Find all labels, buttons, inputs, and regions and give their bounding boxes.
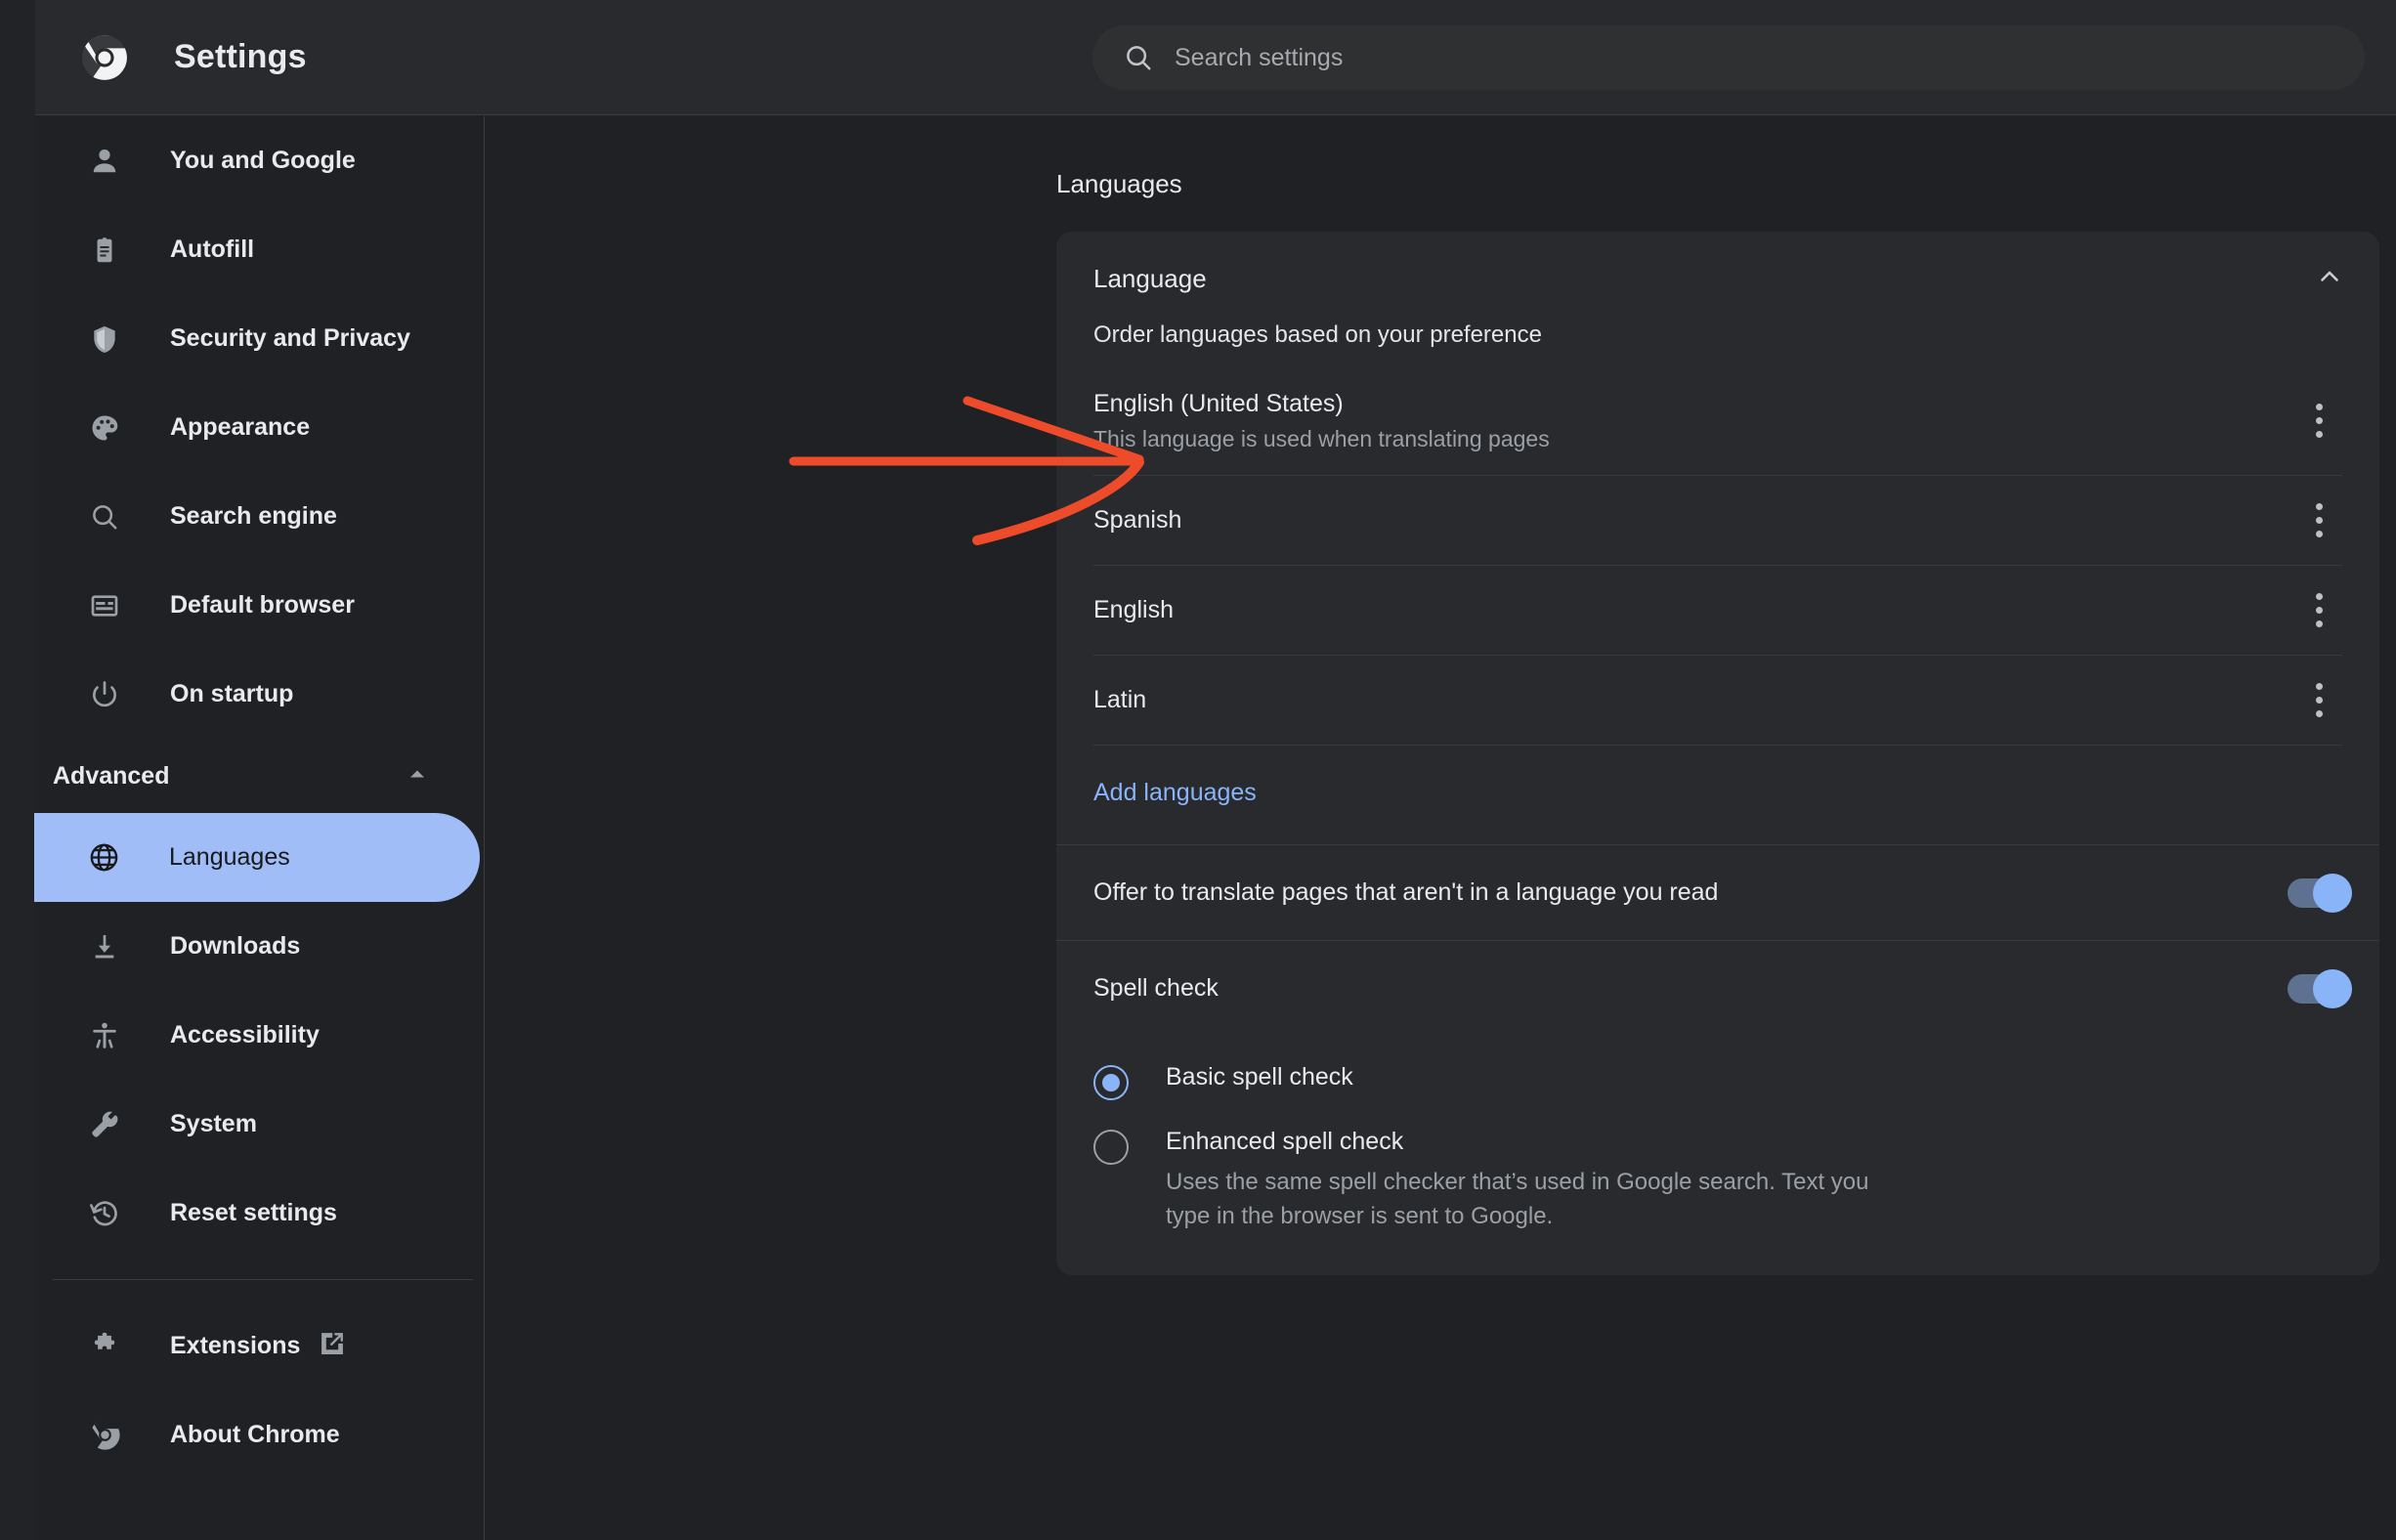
sidebar-item-downloads[interactable]: Downloads <box>35 902 484 991</box>
sidebar-item-accessibility[interactable]: Accessibility <box>35 991 484 1080</box>
spell-check-toggle[interactable] <box>2288 968 2352 1008</box>
languages-page-title: Languages <box>1056 169 1182 198</box>
more-vert-icon[interactable] <box>2297 671 2340 730</box>
language-card-heading: Language <box>1093 263 1207 293</box>
sidebar-item-languages[interactable]: Languages <box>34 813 480 902</box>
radio-button-unselected[interactable] <box>1093 1130 1129 1165</box>
offer-translate-row[interactable]: Offer to translate pages that aren't in … <box>1056 844 2379 940</box>
more-vert-icon[interactable] <box>2297 581 2340 640</box>
shield-icon <box>88 322 121 356</box>
sidebar-item-reset-settings[interactable]: Reset settings <box>35 1169 484 1258</box>
chevron-up-icon[interactable] <box>2315 262 2344 296</box>
settings-sidebar: You and Google Autofill Security and Pri… <box>34 116 485 1540</box>
radio-label: Enhanced spell check <box>1166 1128 1404 1155</box>
accessibility-icon <box>88 1019 121 1052</box>
spell-check-row[interactable]: Spell check <box>1056 940 2379 1036</box>
search-input[interactable] <box>1153 25 2365 90</box>
more-vert-icon[interactable] <box>2297 492 2340 550</box>
more-vert-icon[interactable] <box>2297 392 2340 450</box>
search-settings-bar[interactable] <box>1092 25 2365 90</box>
clipboard-icon <box>88 234 121 267</box>
sidebar-item-about-chrome[interactable]: About Chrome <box>35 1390 484 1479</box>
wrench-icon <box>88 1108 121 1141</box>
person-icon <box>88 145 121 178</box>
sidebar-item-you-and-google[interactable]: You and Google <box>35 116 484 205</box>
sidebar-item-label: Appearance <box>170 413 311 441</box>
sidebar-item-label: Search engine <box>170 502 337 530</box>
add-languages-link[interactable]: Add languages <box>1056 746 2379 844</box>
sidebar-item-label: You and Google <box>170 147 356 174</box>
globe-icon <box>87 841 120 875</box>
sidebar-item-label: Languages <box>169 843 290 871</box>
sidebar-section-advanced[interactable]: Advanced <box>35 739 484 813</box>
external-link-icon[interactable] <box>318 1329 347 1363</box>
sidebar-item-appearance[interactable]: Appearance <box>35 383 484 472</box>
palette-icon <box>88 411 121 445</box>
sidebar-item-default-browser[interactable]: Default browser <box>35 561 484 650</box>
language-card: Language Order languages based on your p… <box>1056 232 2379 1275</box>
search-icon <box>1124 43 1153 72</box>
sidebar-item-label: Autofill <box>170 235 255 263</box>
radio-basic-spell-check[interactable]: Basic spell check <box>1093 1063 2342 1100</box>
spell-check-label: Spell check <box>1093 974 1219 1002</box>
language-name: Spanish <box>1093 506 1182 534</box>
language-order-subtitle: Order languages based on your preference <box>1093 321 1542 348</box>
sidebar-item-label: Downloads <box>170 932 301 960</box>
page-title: Settings <box>174 38 307 75</box>
sidebar-divider <box>53 1279 473 1280</box>
chrome-logo-icon <box>78 33 129 82</box>
language-row-english-united-states[interactable]: English (United States) This language is… <box>1093 366 2342 476</box>
sidebar-item-on-startup[interactable]: On startup <box>35 650 484 739</box>
radio-button-selected[interactable] <box>1093 1065 1129 1100</box>
radio-enhanced-spell-check[interactable]: Enhanced spell check Uses the same spell… <box>1093 1128 2342 1234</box>
sidebar-item-autofill[interactable]: Autofill <box>35 205 484 294</box>
left-gutter-strip <box>0 0 35 1540</box>
sidebar-item-label: Reset settings <box>170 1199 337 1226</box>
chrome-logo-icon <box>88 1419 121 1452</box>
language-row-latin[interactable]: Latin <box>1093 656 2342 746</box>
sidebar-item-extensions[interactable]: Extensions <box>35 1302 484 1390</box>
sidebar-item-label: Accessibility <box>170 1021 320 1048</box>
settings-header: Settings <box>35 0 2396 115</box>
settings-main-content: Languages Language Order languages based… <box>486 116 2396 1540</box>
radio-description: Uses the same spell checker that’s used … <box>1166 1169 1869 1229</box>
language-row-english[interactable]: English <box>1093 566 2342 656</box>
offer-translate-toggle[interactable] <box>2288 873 2352 913</box>
sidebar-item-label: About Chrome <box>170 1421 340 1448</box>
spell-check-options: Basic spell check Enhanced spell check U… <box>1056 1063 2379 1275</box>
caret-up-icon <box>406 762 429 791</box>
sidebar-item-security-and-privacy[interactable]: Security and Privacy <box>35 294 484 383</box>
radio-label: Basic spell check <box>1166 1063 1353 1091</box>
sidebar-item-system[interactable]: System <box>35 1080 484 1169</box>
language-description: This language is used when translating p… <box>1093 425 1550 451</box>
sidebar-item-label: Extensions <box>170 1332 301 1359</box>
power-icon <box>88 678 121 711</box>
language-row-spanish[interactable]: Spanish <box>1093 476 2342 566</box>
sidebar-item-label: System <box>170 1110 257 1137</box>
search-icon <box>88 500 121 534</box>
sidebar-item-label: Security and Privacy <box>170 324 410 352</box>
browser-window-icon <box>88 589 121 622</box>
download-icon <box>88 930 121 963</box>
history-restore-icon <box>88 1197 121 1230</box>
offer-translate-label: Offer to translate pages that aren't in … <box>1093 878 1719 906</box>
sidebar-item-label: On startup <box>170 680 294 707</box>
sidebar-item-search-engine[interactable]: Search engine <box>35 472 484 561</box>
language-name: English <box>1093 596 1174 623</box>
language-card-header[interactable]: Language <box>1056 232 2379 325</box>
sidebar-section-label: Advanced <box>53 761 170 790</box>
language-name: Latin <box>1093 686 1147 713</box>
sidebar-item-label: Default browser <box>170 591 355 619</box>
language-list: English (United States) This language is… <box>1056 366 2379 746</box>
language-name: English (United States) <box>1093 389 1344 417</box>
puzzle-icon <box>88 1330 121 1363</box>
